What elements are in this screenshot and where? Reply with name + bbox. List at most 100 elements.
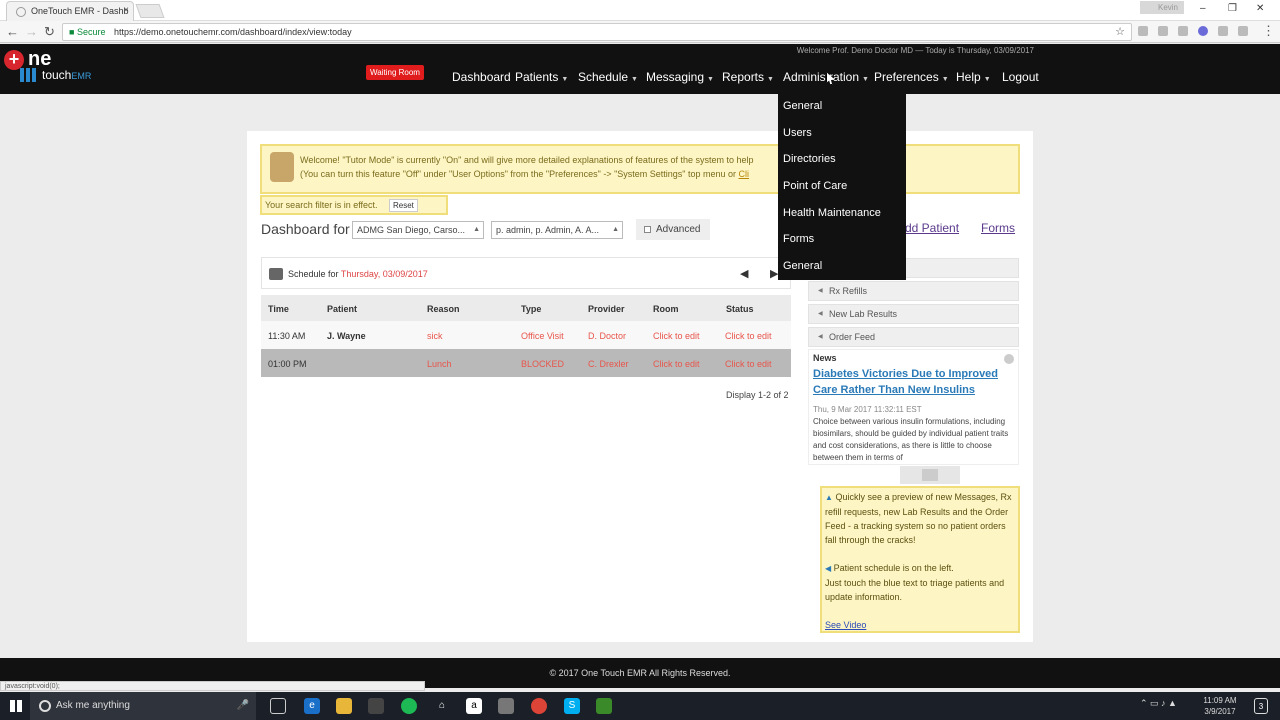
microphone-icon[interactable]: 🎤 <box>237 692 249 720</box>
notifications-icon[interactable]: 3 <box>1254 698 1268 714</box>
close-window-icon[interactable]: ✕ <box>1256 3 1264 14</box>
table-row[interactable]: 11:30 AM J. Wayne sick Office Visit D. D… <box>261 321 791 349</box>
extension-icon[interactable] <box>1138 26 1148 36</box>
column-header[interactable]: Status <box>726 304 754 314</box>
forward-icon[interactable]: → <box>25 24 38 39</box>
tutor-link[interactable]: Cli <box>739 169 750 179</box>
system-tray-icons[interactable]: ⌃ ▭ ♪ ▲ <box>1140 698 1177 709</box>
nav-logout[interactable]: Logout <box>1002 70 1039 84</box>
app-icon[interactable] <box>498 698 514 714</box>
amazon-icon[interactable]: a <box>466 698 482 714</box>
forms-link[interactable]: Forms <box>981 221 1015 235</box>
panel-lab-results[interactable]: ◀ New Lab Results <box>808 304 1019 324</box>
news-timestamp: Thu, 9 Mar 2017 11:32:11 EST <box>813 405 922 414</box>
column-header[interactable]: Reason <box>427 304 460 314</box>
chat-app-icon[interactable] <box>596 698 612 714</box>
profile-chip[interactable]: Kevin <box>1140 1 1184 14</box>
location-select[interactable]: ADMG San Diego, Carso... ▲ <box>352 221 484 239</box>
cell-status[interactable]: Click to edit <box>725 359 772 369</box>
home-icon[interactable]: ⌂ <box>434 698 450 714</box>
cell-type[interactable]: BLOCKED <box>521 359 564 369</box>
provider-value: p. admin, p. Admin, A. A... <box>496 225 600 235</box>
panel-rx-refills[interactable]: ◀ Rx Refills <box>808 281 1019 301</box>
menu-item-general[interactable]: General <box>783 100 822 112</box>
cell-provider[interactable]: D. Doctor <box>588 331 626 341</box>
chrome-icon[interactable] <box>531 698 547 714</box>
reset-button[interactable]: Reset <box>389 199 418 212</box>
spotify-icon[interactable] <box>401 698 417 714</box>
tutor-mode-notice: Welcome! "Tutor Mode" is currently "On" … <box>260 144 1020 194</box>
nav-patients[interactable]: Patients ▼ <box>515 70 568 84</box>
column-header[interactable]: Patient <box>327 304 357 314</box>
news-title-link[interactable]: Diabetes Victories Due to Improved Care … <box>813 366 1013 398</box>
file-explorer-icon[interactable] <box>336 698 352 714</box>
column-header[interactable]: Time <box>268 304 289 314</box>
cell-reason[interactable]: sick <box>427 331 443 341</box>
edge-icon[interactable]: e <box>304 698 320 714</box>
nav-dashboard[interactable]: Dashboard <box>452 70 511 84</box>
column-header[interactable]: Type <box>521 304 541 314</box>
cell-provider[interactable]: C. Drexler <box>588 359 629 369</box>
restore-icon[interactable]: ❐ <box>1228 3 1237 14</box>
add-patient-link[interactable]: dd Patient <box>905 221 959 235</box>
see-video-link[interactable]: See Video <box>825 620 866 630</box>
windows-start-icon[interactable] <box>10 700 22 712</box>
cell-reason[interactable]: Lunch <box>427 359 452 369</box>
chrome-menu-icon[interactable]: ⋮ <box>1262 23 1275 39</box>
back-icon[interactable]: ← <box>6 24 19 39</box>
skype-icon[interactable]: S <box>564 698 580 714</box>
cell-type[interactable]: Office Visit <box>521 331 564 341</box>
schedule-table-header: Time Patient Reason Type Provider Room S… <box>261 295 791 321</box>
extension-icon[interactable] <box>1178 26 1188 36</box>
menu-item-health-maintenance[interactable]: Health Maintenance <box>783 207 881 219</box>
panel-order-feed[interactable]: ◀ Order Feed <box>808 327 1019 347</box>
tutor-tip-box: ▲ Quickly see a preview of new Messages,… <box>820 486 1020 633</box>
nav-messaging[interactable]: Messaging ▼ <box>646 70 714 84</box>
panel-label: Order Feed <box>829 332 876 342</box>
reload-icon[interactable]: ↻ <box>44 24 55 40</box>
waiting-room-button[interactable]: Waiting Room <box>366 65 424 80</box>
prev-day-icon[interactable]: ◀ <box>740 267 748 280</box>
tab-close-icon[interactable]: × <box>123 2 129 20</box>
nav-reports[interactable]: Reports ▼ <box>722 70 774 84</box>
cell-room[interactable]: Click to edit <box>653 359 700 369</box>
schedule-date[interactable]: Thursday, 03/09/2017 <box>341 269 428 279</box>
cell-patient[interactable]: J. Wayne <box>327 331 366 341</box>
menu-item-users[interactable]: Users <box>783 127 812 139</box>
column-header[interactable]: Provider <box>588 304 625 314</box>
extension-icon[interactable] <box>1238 26 1248 36</box>
store-icon[interactable] <box>368 698 384 714</box>
browser-tab[interactable]: OneTouch EMR - Dashb × <box>6 1 134 21</box>
nav-help[interactable]: Help ▼ <box>956 70 991 84</box>
advanced-toggle[interactable]: Advanced <box>636 219 710 240</box>
url-input[interactable]: ■ Secure https://demo.onetouchemr.com/da… <box>62 23 1132 41</box>
table-row[interactable]: 01:00 PM Lunch BLOCKED C. Drexler Click … <box>261 349 791 377</box>
resize-handle[interactable] <box>900 466 960 484</box>
extension-icon[interactable] <box>1198 26 1208 36</box>
task-view-icon[interactable] <box>270 698 286 714</box>
extension-icon[interactable] <box>1158 26 1168 36</box>
menu-item-point-of-care[interactable]: Point of Care <box>783 180 847 192</box>
minimize-icon[interactable]: – <box>1200 3 1206 14</box>
onetouch-logo[interactable]: + ne touchEMR <box>4 48 104 90</box>
print-icon[interactable] <box>269 268 283 280</box>
bookmark-star-icon[interactable]: ☆ <box>1115 24 1125 40</box>
cortana-search-box[interactable]: Ask me anything 🎤 <box>30 692 256 720</box>
cell-status[interactable]: Click to edit <box>725 331 772 341</box>
menu-item-directories[interactable]: Directories <box>783 153 836 165</box>
new-tab-button[interactable] <box>135 4 165 18</box>
advanced-checkbox[interactable] <box>644 226 651 233</box>
taskbar-clock[interactable]: 11:09 AM 3/9/2017 <box>1200 695 1240 717</box>
chevron-down-icon: ▼ <box>561 76 569 83</box>
gear-icon[interactable] <box>1004 354 1014 364</box>
menu-item-general-2[interactable]: General <box>783 260 822 272</box>
cell-room[interactable]: Click to edit <box>653 331 700 341</box>
filter-text: Your search filter is in effect. <box>265 200 378 210</box>
provider-select[interactable]: p. admin, p. Admin, A. A... ▲ <box>491 221 623 239</box>
column-header[interactable]: Room <box>653 304 679 314</box>
menu-item-forms[interactable]: Forms <box>783 233 814 245</box>
extension-icon[interactable] <box>1218 26 1228 36</box>
nav-preferences[interactable]: Preferences ▼ <box>874 70 949 84</box>
nav-schedule[interactable]: Schedule ▼ <box>578 70 638 84</box>
nav-administration[interactable]: Administration ▼ <box>783 70 869 84</box>
